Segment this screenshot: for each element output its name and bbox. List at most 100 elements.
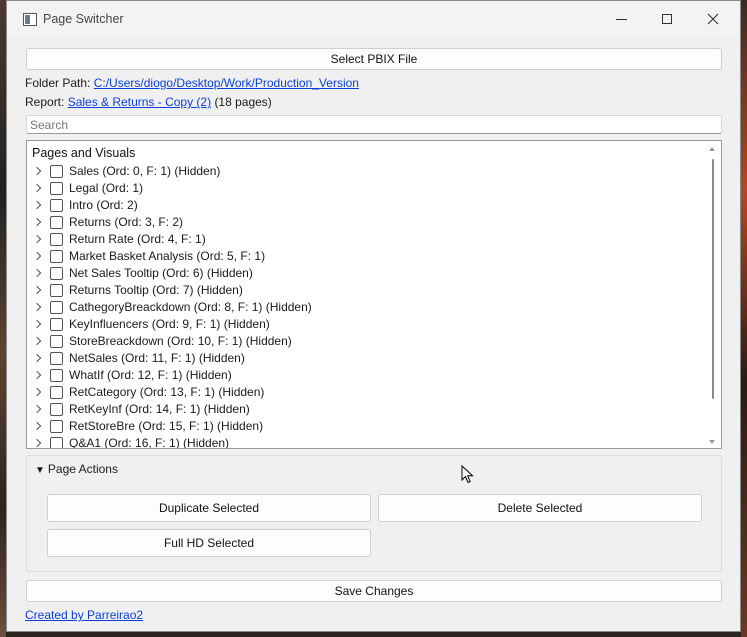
row-checkbox[interactable] — [50, 318, 63, 331]
report-page-count: (18 pages) — [214, 95, 272, 109]
chevron-right-icon[interactable] — [32, 268, 42, 278]
row-checkbox[interactable] — [50, 216, 63, 229]
chevron-right-icon[interactable] — [32, 234, 42, 244]
row-checkbox[interactable] — [50, 250, 63, 263]
report-link[interactable]: Sales & Returns - Copy (2) — [68, 95, 211, 109]
tree-row[interactable]: WhatIf (Ord: 12, F: 1) (Hidden) — [27, 368, 703, 385]
row-checkbox[interactable] — [50, 352, 63, 365]
tree-row[interactable]: CathegoryBreackdown (Ord: 8, F: 1) (Hidd… — [27, 300, 703, 317]
chevron-right-icon[interactable] — [32, 404, 42, 414]
chevron-right-icon[interactable] — [32, 166, 42, 176]
row-label: NetSales (Ord: 11, F: 1) (Hidden) — [69, 351, 245, 365]
report-label: Report: — [25, 95, 65, 109]
chevron-right-icon[interactable] — [32, 438, 42, 448]
row-checkbox[interactable] — [50, 284, 63, 297]
close-icon — [707, 13, 719, 25]
credit-link[interactable]: Created by Parreirao2 — [25, 608, 143, 622]
row-checkbox[interactable] — [50, 437, 63, 448]
chevron-right-icon[interactable] — [32, 319, 42, 329]
pages-tree[interactable]: Pages and Visuals Sales (Ord: 0, F: 1) (… — [26, 140, 722, 449]
tree-row[interactable]: Intro (Ord: 2) — [27, 198, 703, 215]
row-label: Sales (Ord: 0, F: 1) (Hidden) — [69, 164, 221, 178]
chevron-right-icon[interactable] — [32, 251, 42, 261]
triangle-down-icon: ▼ — [35, 465, 45, 476]
tree-row[interactable]: Returns (Ord: 3, F: 2) — [27, 215, 703, 232]
row-label: Return Rate (Ord: 4, F: 1) — [69, 232, 206, 246]
row-label: CathegoryBreackdown (Ord: 8, F: 1) (Hidd… — [69, 300, 312, 314]
tree-rows: Sales (Ord: 0, F: 1) (Hidden) Legal (Ord:… — [27, 164, 703, 449]
search-input[interactable]: Search — [26, 115, 722, 134]
chevron-right-icon[interactable] — [32, 285, 42, 295]
row-label: Q&A1 (Ord: 16, F: 1) (Hidden) — [69, 436, 230, 449]
title-bar[interactable]: Page Switcher — [7, 1, 740, 37]
tree-row[interactable]: Net Sales Tooltip (Ord: 6) (Hidden) — [27, 266, 703, 283]
chevron-right-icon[interactable] — [32, 353, 42, 363]
row-checkbox[interactable] — [50, 369, 63, 382]
folder-path-label: Folder Path: — [25, 76, 91, 90]
chevron-right-icon[interactable] — [32, 302, 42, 312]
chevron-right-icon[interactable] — [32, 387, 42, 397]
tree-row[interactable]: Legal (Ord: 1) — [27, 181, 703, 198]
tree-row[interactable]: RetStoreBre (Ord: 15, F: 1) (Hidden) — [27, 419, 703, 436]
row-checkbox[interactable] — [50, 420, 63, 433]
row-label: Returns Tooltip (Ord: 7) (Hidden) — [69, 283, 243, 297]
full-hd-selected-button[interactable]: Full HD Selected — [47, 529, 371, 557]
row-checkbox[interactable] — [50, 182, 63, 195]
row-label: Market Basket Analysis (Ord: 5, F: 1) — [69, 249, 266, 263]
window-title: Page Switcher — [43, 12, 124, 26]
page-actions-title: Page Actions — [47, 462, 118, 476]
row-label: RetKeyInf (Ord: 14, F: 1) (Hidden) — [69, 402, 250, 416]
maximize-icon — [662, 14, 672, 24]
delete-selected-button[interactable]: Delete Selected — [378, 494, 702, 522]
row-checkbox[interactable] — [50, 335, 63, 348]
select-pbix-file-button[interactable]: Select PBIX File — [26, 48, 722, 70]
tree-row[interactable]: Returns Tooltip (Ord: 7) (Hidden) — [27, 283, 703, 300]
row-label: Returns (Ord: 3, F: 2) — [69, 215, 184, 229]
minimize-button[interactable] — [598, 1, 644, 37]
tree-row[interactable]: RetCategory (Ord: 13, F: 1) (Hidden) — [27, 385, 703, 402]
chevron-right-icon[interactable] — [32, 421, 42, 431]
maximize-button[interactable] — [644, 1, 690, 37]
row-checkbox[interactable] — [50, 267, 63, 280]
row-checkbox[interactable] — [50, 386, 63, 399]
tree-scrollbar[interactable] — [704, 141, 721, 448]
tree-row[interactable]: Q&A1 (Ord: 16, F: 1) (Hidden) — [27, 436, 703, 449]
tree-row[interactable]: StoreBreackdown (Ord: 10, F: 1) (Hidden) — [27, 334, 703, 351]
tree-row[interactable]: Sales (Ord: 0, F: 1) (Hidden) — [27, 164, 703, 181]
tree-row[interactable]: Market Basket Analysis (Ord: 5, F: 1) — [27, 249, 703, 266]
tree-row[interactable]: NetSales (Ord: 11, F: 1) (Hidden) — [27, 351, 703, 368]
row-checkbox[interactable] — [50, 403, 63, 416]
row-label: RetCategory (Ord: 13, F: 1) (Hidden) — [69, 385, 265, 399]
scroll-down-icon[interactable] — [709, 440, 715, 444]
folder-path-link[interactable]: C:/Users/diogo/Desktop/Work/Production_V… — [94, 76, 359, 90]
mouse-cursor-icon — [461, 465, 474, 484]
scroll-up-icon[interactable] — [709, 147, 715, 151]
tree-row[interactable]: KeyInfluencers (Ord: 9, F: 1) (Hidden) — [27, 317, 703, 334]
chevron-right-icon[interactable] — [32, 200, 42, 210]
row-checkbox[interactable] — [50, 301, 63, 314]
save-changes-button[interactable]: Save Changes — [26, 580, 722, 602]
row-label: RetStoreBre (Ord: 15, F: 1) (Hidden) — [69, 419, 264, 433]
tree-row[interactable]: RetKeyInf (Ord: 14, F: 1) (Hidden) — [27, 402, 703, 419]
tree-header: Pages and Visuals — [32, 146, 136, 160]
close-button[interactable] — [690, 1, 736, 37]
chevron-right-icon[interactable] — [32, 217, 42, 227]
row-checkbox[interactable] — [50, 199, 63, 212]
duplicate-selected-button[interactable]: Duplicate Selected — [47, 494, 371, 522]
row-label: Legal (Ord: 1) — [69, 181, 144, 195]
row-checkbox[interactable] — [50, 165, 63, 178]
scrollbar-thumb[interactable] — [712, 159, 714, 399]
row-checkbox[interactable] — [50, 233, 63, 246]
page-actions-toggle[interactable]: ▼ Page Actions — [35, 462, 118, 476]
row-label: KeyInfluencers (Ord: 9, F: 1) (Hidden) — [69, 317, 270, 331]
tree-row[interactable]: Return Rate (Ord: 4, F: 1) — [27, 232, 703, 249]
row-label: StoreBreackdown (Ord: 10, F: 1) (Hidden) — [69, 334, 292, 348]
chevron-right-icon[interactable] — [32, 370, 42, 380]
row-label: WhatIf (Ord: 12, F: 1) (Hidden) — [69, 368, 232, 382]
chevron-right-icon[interactable] — [32, 183, 42, 193]
chevron-right-icon[interactable] — [32, 336, 42, 346]
app-window: Page Switcher Select PBIX File Folder Pa… — [6, 0, 741, 632]
folder-path-row: Folder Path: C:/Users/diogo/Desktop/Work… — [25, 76, 359, 90]
minimize-icon — [615, 18, 627, 20]
report-row: Report: Sales & Returns - Copy (2) (18 p… — [25, 95, 272, 109]
